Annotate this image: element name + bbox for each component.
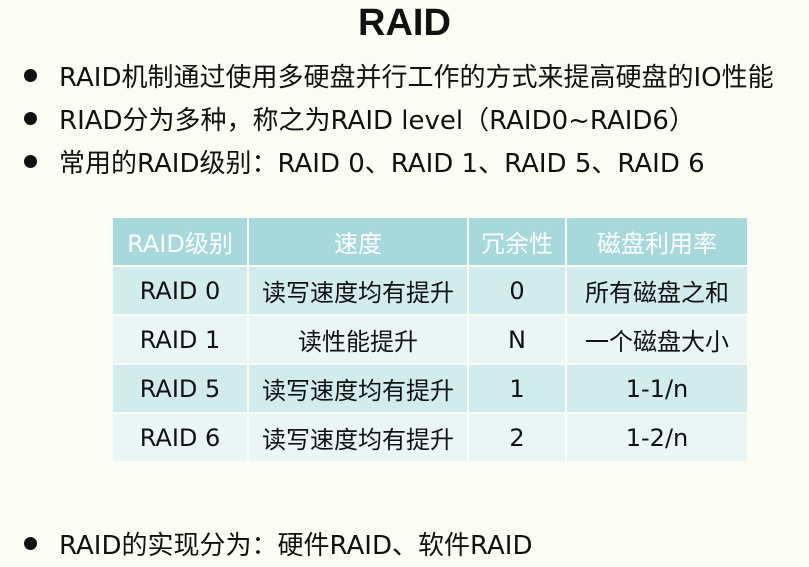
table-cell: 所有磁盘之和 <box>567 267 747 314</box>
table-cell: RAID 5 <box>113 365 247 412</box>
table-cell: RAID 6 <box>113 414 247 461</box>
table-cell: 读写速度均有提升 <box>249 267 467 314</box>
slide-title: RAID <box>358 2 451 44</box>
table-row: RAID 1 读性能提升 N 一个磁盘大小 <box>113 316 747 363</box>
table-row: RAID 0 读写速度均有提升 0 所有磁盘之和 <box>113 267 747 314</box>
table-cell: 2 <box>469 414 565 461</box>
table-header-row: RAID级别 速度 冗余性 磁盘利用率 <box>113 218 747 265</box>
bullet-item: RIAD分为多种，称之为RAID level（RAID0~RAID6） <box>24 97 804 140</box>
bullet-item: RAID机制通过使用多硬盘并行工作的方式来提高硬盘的IO性能 <box>24 54 804 97</box>
table-cell: 读写速度均有提升 <box>249 365 467 412</box>
table-row: RAID 6 读写速度均有提升 2 1-2/n <box>113 414 747 461</box>
bullet-dot-icon <box>24 69 37 82</box>
header-raid-level: RAID级别 <box>113 218 247 265</box>
header-redundancy: 冗余性 <box>469 218 565 265</box>
bullet-item: 常用的RAID级别：RAID 0、RAID 1、RAID 5、RAID 6 <box>24 140 804 183</box>
table-cell: 1-2/n <box>567 414 747 461</box>
table-cell: 0 <box>469 267 565 314</box>
bullet-dot-icon <box>24 155 37 168</box>
table-cell: 读写速度均有提升 <box>249 414 467 461</box>
bullet-list: RAID机制通过使用多硬盘并行工作的方式来提高硬盘的IO性能 RIAD分为多种，… <box>24 54 804 183</box>
table-row: RAID 5 读写速度均有提升 1 1-1/n <box>113 365 747 412</box>
bullet-text: RAID的实现分为：硬件RAID、软件RAID <box>59 531 533 561</box>
table-cell: 一个磁盘大小 <box>567 316 747 363</box>
raid-level-table: RAID级别 速度 冗余性 磁盘利用率 RAID 0 读写速度均有提升 0 所有… <box>111 216 749 463</box>
bullet-dot-icon <box>24 112 37 125</box>
bullet-dot-icon <box>24 537 37 550</box>
table-cell: 读性能提升 <box>249 316 467 363</box>
bullet-text: RAID机制通过使用多硬盘并行工作的方式来提高硬盘的IO性能 <box>59 63 774 93</box>
bullet-text: RIAD分为多种，称之为RAID level（RAID0~RAID6） <box>59 106 695 136</box>
header-speed: 速度 <box>249 218 467 265</box>
table-cell: RAID 0 <box>113 267 247 314</box>
header-disk-utilization: 磁盘利用率 <box>567 218 747 265</box>
table-cell: RAID 1 <box>113 316 247 363</box>
table-cell: 1-1/n <box>567 365 747 412</box>
table-cell: N <box>469 316 565 363</box>
bullet-text: 常用的RAID级别：RAID 0、RAID 1、RAID 5、RAID 6 <box>59 149 705 179</box>
bottom-bullet-item: RAID的实现分为：硬件RAID、软件RAID <box>24 522 532 565</box>
table-cell: 1 <box>469 365 565 412</box>
